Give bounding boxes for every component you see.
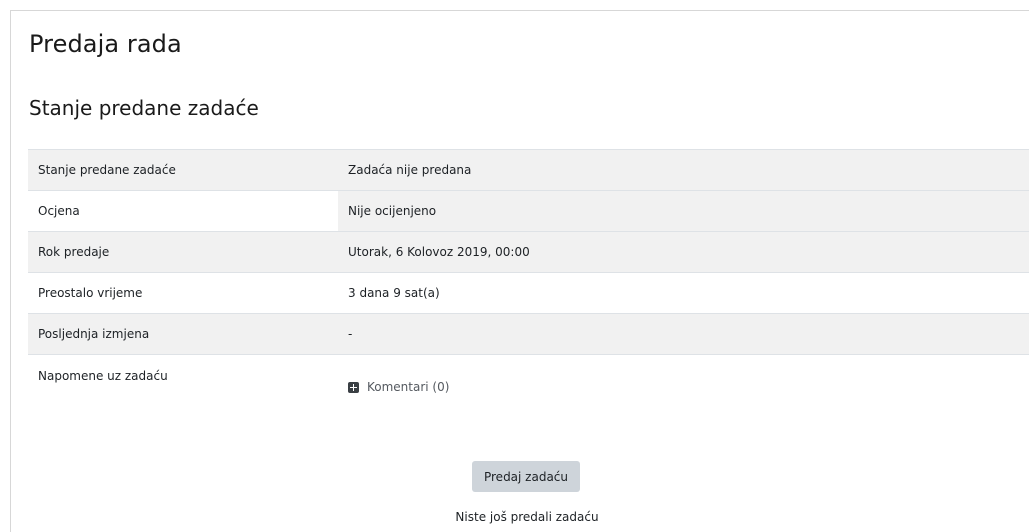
row-label-time-remaining: Preostalo vrijeme [28, 272, 338, 314]
table-row: Posljednja izmjena - [28, 313, 1029, 355]
row-label-due-date: Rok predaje [28, 231, 338, 273]
table-row: Napomene uz zadaću Komentari (0) [28, 354, 1029, 472]
table-row: Rok predaje Utorak, 6 Kolovoz 2019, 00:0… [28, 231, 1029, 273]
page-title: Predaja rada [29, 30, 182, 58]
assignment-submission-page: Predaja rada Stanje predane zadaće Stanj… [0, 0, 1029, 532]
submission-note: Niste još predali zadaću [455, 510, 599, 524]
plus-square-icon [348, 381, 359, 393]
comments-link-label: Komentari (0) [367, 380, 450, 394]
table-row: Preostalo vrijeme 3 dana 9 sat(a) [28, 272, 1029, 314]
table-row: Ocjena Nije ocijenjeno [28, 190, 1029, 232]
submit-assignment-button[interactable]: Predaj zadaću [472, 461, 580, 492]
row-value-submission-status: Zadaća nije predana [338, 149, 1029, 191]
section-title: Stanje predane zadaće [29, 96, 259, 120]
row-label-last-modified: Posljednja izmjena [28, 313, 338, 355]
row-value-last-modified: - [338, 313, 1029, 355]
row-value-due-date: Utorak, 6 Kolovoz 2019, 00:00 [338, 231, 1029, 273]
comments-toggle-link[interactable]: Komentari (0) [348, 380, 449, 394]
table-row: Stanje predane zadaće Zadaća nije predan… [28, 149, 1029, 191]
row-value-grade: Nije ocijenjeno [338, 190, 1029, 232]
row-label-submission-status: Stanje predane zadaće [28, 149, 338, 191]
row-label-grade: Ocjena [28, 190, 338, 232]
row-label-submission-comments: Napomene uz zadaću [28, 354, 338, 472]
row-value-submission-comments: Komentari (0) [338, 354, 1029, 472]
submission-status-table: Stanje predane zadaće Zadaća nije predan… [28, 149, 1029, 472]
row-value-time-remaining: 3 dana 9 sat(a) [338, 272, 1029, 314]
